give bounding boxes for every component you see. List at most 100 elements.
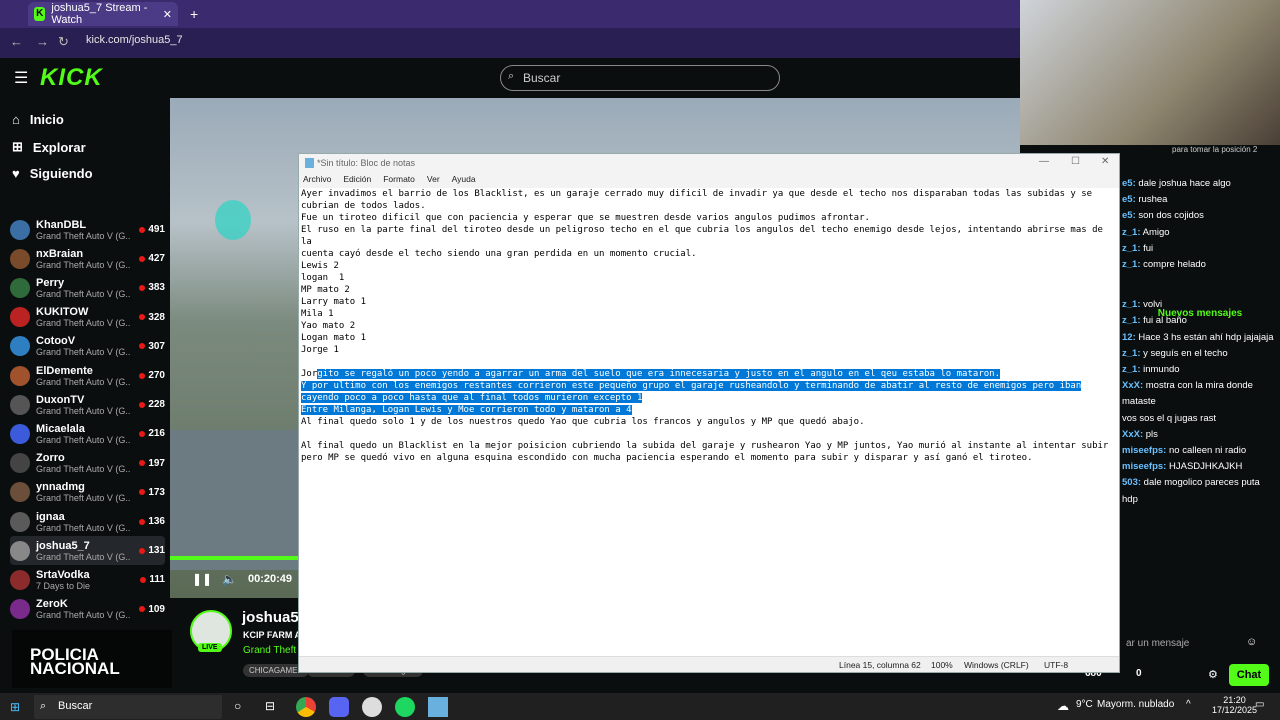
kick-logo[interactable]: KICK <box>40 64 103 92</box>
chrome-icon[interactable] <box>296 697 316 717</box>
sidebar-channel[interactable]: nxBraian Grand Theft Auto V (G... 427 <box>10 244 165 273</box>
widgets-icon[interactable]: ⊟ <box>265 699 275 713</box>
maximize-icon[interactable]: ☐ <box>1071 156 1080 167</box>
sidebar-channel[interactable]: Micaelala Grand Theft Auto V (G... 216 <box>10 419 165 448</box>
chat-username[interactable]: z_1: <box>1122 227 1140 238</box>
sidebar-channel[interactable]: joshua5_7 Grand Theft Auto V (G... 131 <box>10 536 165 566</box>
sidebar-channel[interactable]: KUKITOW Grand Theft Auto V (G... 328 <box>10 303 165 332</box>
settings-icon[interactable]: ⚙ <box>1208 668 1218 681</box>
sidebar-channel[interactable]: Perry Grand Theft Auto V (G... 383 <box>10 273 165 302</box>
chat-username[interactable]: 12: <box>1122 332 1136 343</box>
home-icon: ⌂ <box>12 112 20 127</box>
menu-archivo[interactable]: Archivo <box>303 174 331 188</box>
chat-text: y seguís en el techo <box>1143 347 1228 359</box>
reload-icon[interactable]: ↻ <box>58 34 69 50</box>
sidebar-channel[interactable]: ignaa Grand Theft Auto V (G... 136 <box>10 507 165 536</box>
back-icon[interactable]: ← <box>10 34 23 49</box>
weather-temp[interactable]: 9°C <box>1076 699 1093 710</box>
chat-send-button[interactable]: Chat <box>1229 664 1269 686</box>
sidebar-channel[interactable]: KhanDBL Grand Theft Auto V (G... 491 <box>10 215 165 244</box>
url-field[interactable]: kick.com/joshua5_7 <box>86 34 183 46</box>
chat-username[interactable]: XxX: <box>1122 429 1143 440</box>
forward-icon[interactable]: → <box>36 34 49 49</box>
viewer-count: 307 <box>139 341 165 352</box>
nav-explorar[interactable]: ⊞ Explorar <box>12 139 86 155</box>
spotify-icon[interactable] <box>395 697 415 717</box>
notepad-taskbar-icon[interactable] <box>428 697 448 717</box>
menu-ayuda[interactable]: Ayuda <box>452 174 476 188</box>
clock[interactable]: 21:20 17/12/2025 <box>1212 695 1257 715</box>
menu-edicion[interactable]: Edición <box>343 174 371 188</box>
encoding: UTF-8 <box>1044 660 1069 670</box>
browser-tab[interactable]: K joshua5_7 Stream - Watch ✕ <box>28 2 178 26</box>
notepad-window[interactable]: *Sin título: Bloc de notas — ☐ ✕ Archivo… <box>298 153 1120 673</box>
chat-text: dale mogolico pareces puta <box>1143 477 1260 489</box>
sidebar-channel[interactable]: ElDemente Grand Theft Auto V (G... 270 <box>10 361 165 390</box>
menu-ver[interactable]: Ver <box>427 174 440 188</box>
chat-text: Hace 3 hs están ahí hdp jajajaja <box>1138 331 1274 343</box>
discord-icon[interactable] <box>329 697 349 717</box>
chat-username[interactable]: z_1: <box>1122 348 1140 359</box>
menu-formato[interactable]: Formato <box>383 174 415 188</box>
chat-text: mostra con la mira donde <box>1145 380 1253 392</box>
chat-username[interactable]: XxX: <box>1122 380 1143 391</box>
notification-icon[interactable]: ▭ <box>1255 699 1264 710</box>
live-dot-icon <box>139 518 146 525</box>
chat-username[interactable]: 503: <box>1122 477 1141 488</box>
channel-game: Grand Theft Auto V (G... <box>36 259 131 270</box>
sidebar-channel[interactable]: ZeroK Grand Theft Auto V (G... 109 <box>10 595 165 624</box>
emoji-icon[interactable]: ☺ <box>1246 636 1257 648</box>
search-input[interactable]: Buscar <box>500 65 780 91</box>
channel-avatar <box>10 336 30 357</box>
chat-text: compre helado <box>1143 259 1206 270</box>
chat-username[interactable]: miseefps: <box>1122 461 1166 472</box>
chevron-up-icon[interactable]: ^ <box>1186 699 1191 710</box>
game-launcher-icon[interactable] <box>362 697 382 717</box>
taskbar-search[interactable]: Buscar <box>34 695 222 719</box>
close-tab-icon[interactable]: ✕ <box>163 8 172 21</box>
sidebar-channel[interactable]: DuxonTV Grand Theft Auto V (G... 228 <box>10 390 165 419</box>
chat-username[interactable]: z_1: <box>1122 364 1140 375</box>
channel-game: Grand Theft Auto V (G... <box>36 522 131 533</box>
windows-start-icon[interactable]: ⊞ <box>10 700 20 714</box>
stream-game[interactable]: Grand Theft <box>243 645 296 656</box>
viewer-count: 228 <box>139 399 165 410</box>
chat-username[interactable]: e5: <box>1122 194 1136 205</box>
minimize-icon[interactable]: — <box>1039 156 1049 167</box>
task-view-icon[interactable]: ○ <box>234 699 241 713</box>
text-before: Ayer invadimos el barrio de los Blacklis… <box>301 189 1103 379</box>
nav-inicio[interactable]: ⌂ Inicio <box>12 112 64 127</box>
sidebar-channel[interactable]: SrtaVodka 7 Days to Die 111 <box>10 565 165 594</box>
gift-counter: 0 <box>1136 668 1142 679</box>
chat-username[interactable]: z_1: <box>1122 243 1140 254</box>
weather-desc[interactable]: Mayorm. nublado <box>1097 699 1174 710</box>
nav-siguiendo[interactable]: ♥ Siguiendo <box>12 166 93 181</box>
channel-name: Perry <box>36 276 65 289</box>
live-dot-icon <box>139 226 146 233</box>
close-icon[interactable]: ✕ <box>1101 156 1109 167</box>
chat-username[interactable]: z_1: <box>1122 259 1140 270</box>
viewer-count: 173 <box>139 487 165 498</box>
channel-avatar <box>10 394 30 415</box>
sidebar-channel[interactable]: CotooV Grand Theft Auto V (G... 307 <box>10 332 165 361</box>
pause-icon[interactable]: ❚❚ <box>192 572 212 586</box>
chat-message: miseefps: no calleen ni radio <box>1122 445 1278 456</box>
viewer-count: 328 <box>139 312 165 323</box>
menu-icon[interactable]: ☰ <box>14 68 28 88</box>
chat-username[interactable]: e5: <box>1122 178 1136 189</box>
chat-username[interactable]: miseefps: <box>1122 445 1166 456</box>
channel-game: 7 Days to Die <box>36 580 91 591</box>
channel-game: Grand Theft Auto V (G... <box>36 551 131 562</box>
volume-icon[interactable]: 🔈 <box>222 572 237 586</box>
channel-game: Grand Theft Auto V (G... <box>36 405 131 416</box>
live-dot-icon <box>139 547 146 554</box>
channel-name: ElDemente <box>36 364 93 377</box>
channel-avatar <box>10 482 30 503</box>
chat-message: hdp <box>1122 494 1278 505</box>
sidebar-channel[interactable]: Zorro Grand Theft Auto V (G... 197 <box>10 449 165 478</box>
channel-name: ZeroK <box>36 598 68 611</box>
sidebar-channel[interactable]: ynnadmg Grand Theft Auto V (G... 173 <box>10 478 165 507</box>
new-tab-icon[interactable]: + <box>190 6 198 22</box>
chat-username[interactable]: e5: <box>1122 210 1136 221</box>
notepad-text-area[interactable]: Ayer invadimos el barrio de los Blacklis… <box>301 188 1111 658</box>
